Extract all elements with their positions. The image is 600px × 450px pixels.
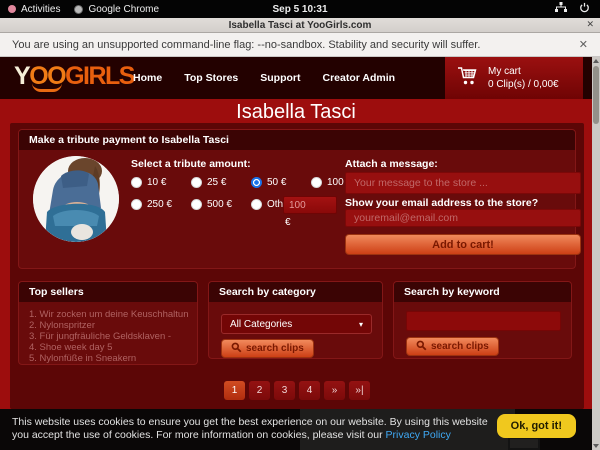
category-select[interactable]: All Categories ▾ xyxy=(221,314,372,334)
page-title: Isabella Tasci xyxy=(0,101,592,124)
search-keyword-panel: Search by keyword search clips xyxy=(393,281,572,359)
cookie-accept-button[interactable]: Ok, got it! xyxy=(497,414,576,438)
window-title: Isabella Tasci at YooGirls.com xyxy=(229,20,372,31)
other-amount-currency: € xyxy=(285,217,291,228)
tribute-panel: Make a tribute payment to Isabella Tasci xyxy=(18,129,576,269)
top-sellers-list: 1. Wir zocken um deine Keuschhaltun 2. N… xyxy=(19,302,197,364)
search-clips-label: search clips xyxy=(246,343,304,354)
radio-icon[interactable] xyxy=(191,177,202,188)
email-input[interactable] xyxy=(345,209,581,227)
tribute-panel-header: Make a tribute payment to Isabella Tasci xyxy=(19,130,575,150)
system-top-bar: Activities Google Chrome Sep 5 10:31 xyxy=(0,0,600,18)
amount-option-10[interactable]: 10 € xyxy=(131,177,166,188)
amount-option-50[interactable]: 50 € xyxy=(251,177,286,188)
amount-option-label: 25 € xyxy=(207,177,226,188)
radio-icon[interactable] xyxy=(311,177,322,188)
site-header: YOOGIRLS Home Top Stores Support Creator… xyxy=(0,57,592,99)
add-to-cart-button[interactable]: Add to cart! xyxy=(345,234,581,255)
network-icon[interactable] xyxy=(555,2,567,16)
radio-icon[interactable] xyxy=(191,199,202,210)
email-label: Show your email address to the store? xyxy=(345,197,538,209)
nav-top-stores[interactable]: Top Stores xyxy=(184,72,238,84)
message-textarea[interactable] xyxy=(345,172,581,194)
radio-icon[interactable] xyxy=(131,177,142,188)
logo-girls: GIRLS xyxy=(65,62,134,90)
my-cart-button[interactable]: My cart 0 Clip(s) / 0,00€ xyxy=(445,57,583,99)
category-select-value: All Categories xyxy=(230,319,292,330)
pagination: 1 2 3 4 » »| xyxy=(10,381,584,400)
chevron-down-icon: ▾ xyxy=(359,320,363,329)
amount-option-label: 50 € xyxy=(267,177,286,188)
cookie-text: This website uses cookies to ensure you … xyxy=(12,416,490,441)
message-label: Attach a message: xyxy=(345,158,438,170)
warning-close-icon[interactable]: ✕ xyxy=(579,38,588,51)
page-button-3[interactable]: 3 xyxy=(274,381,295,400)
browser-viewport: YOOGIRLS Home Top Stores Support Creator… xyxy=(0,57,600,450)
amount-option-label: 500 € xyxy=(207,199,232,210)
top-seller-item[interactable]: 1. Wir zocken um deine Keuschhaltun xyxy=(29,309,197,320)
power-icon[interactable] xyxy=(579,2,590,16)
amount-option-label: 250 € xyxy=(147,199,172,210)
cart-count: 0 Clip(s) / 0,00€ xyxy=(488,78,559,91)
search-clips-label: search clips xyxy=(431,341,489,352)
radio-selected-icon[interactable] xyxy=(251,177,262,188)
clock[interactable]: Sep 5 10:31 xyxy=(0,4,600,15)
search-category-title: Search by category xyxy=(209,282,382,302)
page-button-next[interactable]: » xyxy=(324,381,345,400)
search-category-panel: Search by category All Categories ▾ sear… xyxy=(208,281,383,359)
scrollbar-down-arrow-icon[interactable] xyxy=(593,444,599,448)
nav-home[interactable]: Home xyxy=(133,72,162,84)
scrollbar-up-arrow-icon[interactable] xyxy=(593,59,599,63)
chrome-warning-bar: You are using an unsupported command-lin… xyxy=(0,33,600,57)
window-titlebar[interactable]: Isabella Tasci at YooGirls.com ✕ xyxy=(0,18,600,33)
keyword-input[interactable] xyxy=(406,311,561,331)
window-close-icon[interactable]: ✕ xyxy=(586,19,594,30)
top-seller-item[interactable]: 4. Shoe week day 5 xyxy=(29,342,197,353)
search-icon xyxy=(231,342,242,356)
radio-icon[interactable] xyxy=(131,199,142,210)
cookie-consent-bar: This website uses cookies to ensure you … xyxy=(0,409,592,450)
top-seller-item[interactable]: 5. Nylonfüße in Sneakern xyxy=(29,353,197,364)
amount-option-label: 10 € xyxy=(147,177,166,188)
radio-icon[interactable] xyxy=(251,199,262,210)
warning-text: You are using an unsupported command-lin… xyxy=(12,39,480,51)
search-clips-category-button[interactable]: search clips xyxy=(221,339,314,358)
scrollbar-thumb[interactable] xyxy=(593,66,599,124)
main-nav: Home Top Stores Support Creator Admin xyxy=(133,57,395,99)
page-button-1[interactable]: 1 xyxy=(224,381,245,400)
privacy-policy-link[interactable]: Privacy Policy xyxy=(386,429,451,441)
screen: Activities Google Chrome Sep 5 10:31 Isa… xyxy=(0,0,600,450)
top-seller-item[interactable]: 2. Nylonspritzer xyxy=(29,320,197,331)
nav-creator-admin[interactable]: Creator Admin xyxy=(323,72,396,84)
top-sellers-title: Top sellers xyxy=(19,282,197,302)
content-container: Make a tribute payment to Isabella Tasci xyxy=(10,123,584,409)
amount-label: Select a tribute amount: xyxy=(131,158,251,170)
search-clips-keyword-button[interactable]: search clips xyxy=(406,337,499,356)
store-avatar[interactable] xyxy=(33,156,119,242)
search-keyword-title: Search by keyword xyxy=(394,282,571,302)
logo-y: Y xyxy=(14,62,29,90)
page-button-4[interactable]: 4 xyxy=(299,381,320,400)
other-amount-input[interactable] xyxy=(283,196,337,214)
top-sellers-panel: Top sellers 1. Wir zocken um deine Keusc… xyxy=(18,281,198,365)
top-seller-item[interactable]: 3. Für jungfräuliche Geldsklaven - xyxy=(29,331,197,342)
nav-support[interactable]: Support xyxy=(260,72,300,84)
amount-option-500[interactable]: 500 € xyxy=(191,199,232,210)
page-button-last[interactable]: »| xyxy=(349,381,370,400)
search-icon xyxy=(416,340,427,354)
scrollbar[interactable] xyxy=(592,57,600,450)
amount-option-250[interactable]: 250 € xyxy=(131,199,172,210)
page-button-2[interactable]: 2 xyxy=(249,381,270,400)
cart-icon xyxy=(457,66,479,91)
amount-option-25[interactable]: 25 € xyxy=(191,177,226,188)
cart-label: My cart xyxy=(488,65,559,78)
logo-smile-arc xyxy=(32,83,62,92)
